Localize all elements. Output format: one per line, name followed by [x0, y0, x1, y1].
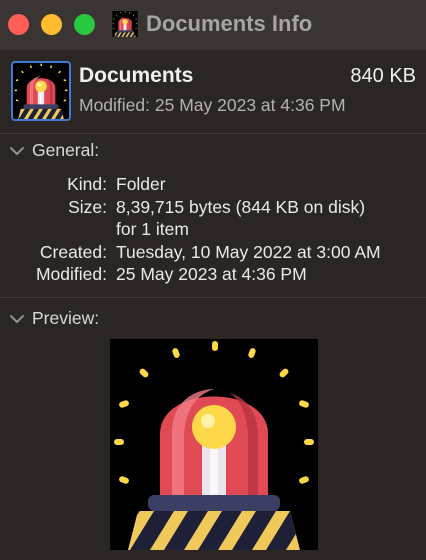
info-value: 8,39,715 bytes (844 KB on disk): [116, 197, 366, 217]
chevron-down-icon: [10, 146, 24, 155]
alarm-siren-icon: [110, 339, 318, 550]
info-row-size: Size: 8,39,715 bytes (844 KB on disk): [0, 197, 426, 219]
info-value: 25 May 2023 at 4:36 PM: [116, 264, 307, 284]
info-key: Modified:: [35, 264, 107, 284]
minimize-button[interactable]: [41, 14, 62, 35]
info-value: Tuesday, 10 May 2022 at 3:00 AM: [116, 242, 381, 262]
chevron-down-icon: [10, 314, 24, 323]
preview-image: [110, 339, 318, 550]
section-label-preview: Preview:: [32, 308, 100, 328]
divider: [0, 133, 426, 134]
file-name[interactable]: Documents: [79, 64, 193, 88]
info-value: for 1 item: [116, 219, 189, 239]
info-key: Kind:: [67, 174, 107, 194]
info-window: Documents Info Documents 840 KB Modified…: [0, 0, 426, 560]
info-row-created: Created: Tuesday, 10 May 2022 at 3:00 AM: [0, 242, 426, 264]
general-section-toggle[interactable]: General:: [8, 140, 99, 161]
alarm-siren-icon: [13, 63, 69, 119]
info-value: Folder: [116, 174, 166, 194]
info-key: Created:: [39, 242, 107, 262]
info-row-size-count: for 1 item: [0, 219, 426, 241]
zoom-button[interactable]: [74, 14, 95, 35]
info-row-kind: Kind: Folder: [0, 174, 426, 196]
alarm-siren-icon: [112, 11, 138, 37]
section-label-general: General:: [32, 140, 100, 160]
info-row-modified: Modified: 25 May 2023 at 4:36 PM: [0, 264, 426, 286]
folder-icon-thumbnail[interactable]: [11, 61, 71, 121]
close-button[interactable]: [8, 14, 29, 35]
window-title: Documents Info: [146, 11, 313, 36]
file-size: 840 KB: [350, 65, 416, 87]
modified-summary: Modified: 25 May 2023 at 4:36 PM: [79, 95, 346, 115]
preview-section-toggle[interactable]: Preview:: [8, 308, 99, 329]
info-key: Size:: [68, 197, 107, 217]
title-bar[interactable]: Documents Info: [0, 0, 426, 50]
divider: [0, 297, 426, 298]
